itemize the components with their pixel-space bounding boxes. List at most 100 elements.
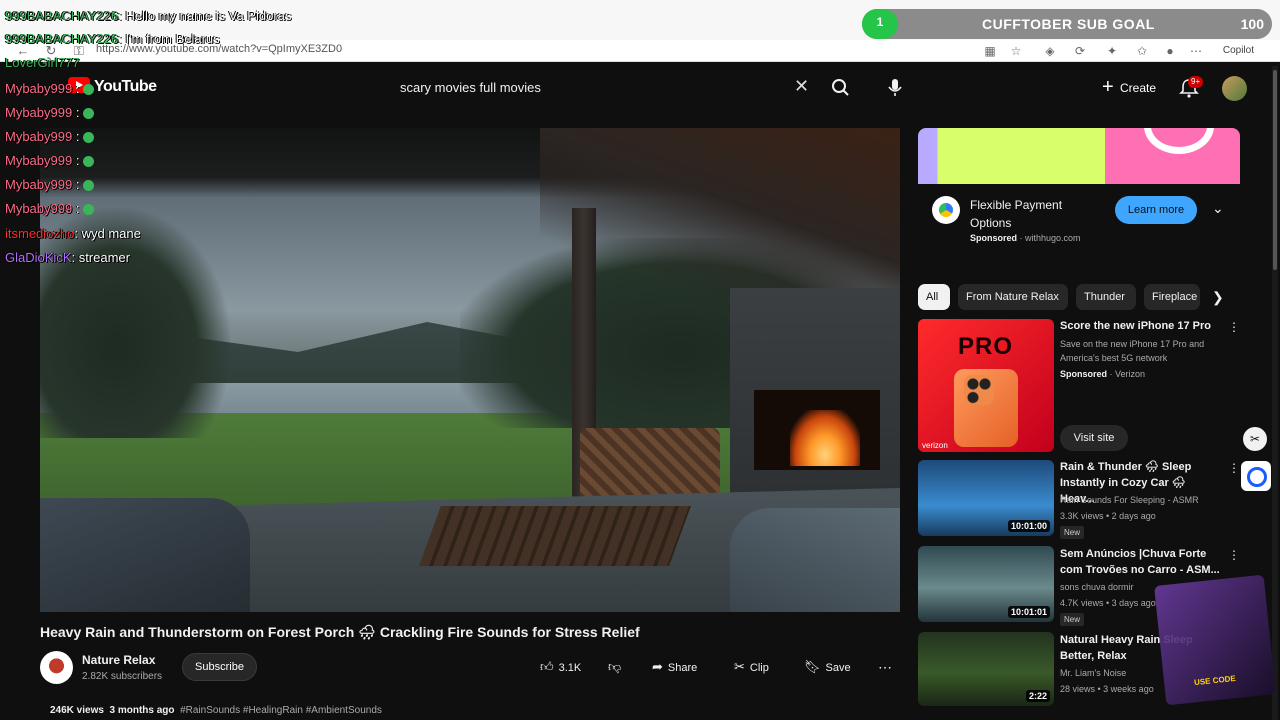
video-thumbnail[interactable]: 10:01:00	[918, 460, 1054, 536]
chip-from-nature-relax[interactable]: From Nature Relax	[958, 284, 1068, 310]
view-count: 246K views	[50, 705, 104, 716]
ad-title[interactable]: Flexible Payment Options	[970, 196, 1100, 232]
chip-thunder[interactable]: Thunder	[1076, 284, 1136, 310]
chevron-right-icon[interactable]: ❯	[1212, 289, 1224, 306]
recommended-meta: 3.3K views • 2 days ago	[1060, 511, 1156, 521]
dislike-button[interactable]: 👎︎	[600, 653, 632, 681]
share-icon: ➦	[652, 659, 663, 674]
scissors-icon: ✂	[734, 659, 745, 674]
ad-description: Save on the new iPhone 17 Pro and Americ…	[1060, 339, 1205, 363]
sync-icon[interactable]: ⟳	[1072, 43, 1088, 59]
notification-count-badge: 9+	[1188, 76, 1204, 88]
url-field[interactable]: https://www.youtube.com/watch?v=QpImyXE3…	[96, 43, 342, 55]
sub-goal-current: 1	[876, 15, 884, 29]
filter-chips: All From Nature Relax Thunder Fireplace	[918, 284, 1240, 310]
refresh-icon[interactable]: ↻	[42, 42, 60, 60]
save-label: Save	[825, 662, 851, 674]
channel-name[interactable]: Nature Relax	[82, 653, 155, 667]
search-icon	[832, 79, 849, 96]
subscriber-count: 2.82K subscribers	[82, 671, 163, 682]
clip-button[interactable]: ✂ Clip	[726, 653, 784, 681]
sub-goal-target: 100	[1240, 16, 1264, 32]
video-thumbnail[interactable]: 2:22	[918, 632, 1054, 706]
extension-icon[interactable]: ◈	[1042, 43, 1058, 59]
assistant-icon[interactable]	[1241, 461, 1271, 491]
browser-address-bar: ← ↻ ⚿ https://www.youtube.com/watch?v=Qp…	[0, 40, 1280, 62]
stream-promo-overlay	[1154, 574, 1276, 706]
sub-goal-title: CUFFTOBER SUB GOAL	[982, 16, 1155, 32]
chip-all[interactable]: All	[918, 284, 950, 310]
voice-search-button[interactable]	[884, 76, 906, 100]
video-duration: 10:01:01	[1007, 606, 1050, 618]
scrollbar-thumb[interactable]	[1273, 70, 1277, 270]
create-button[interactable]: + Create	[1094, 74, 1162, 102]
clip-tool-icon[interactable]: ✂	[1243, 427, 1267, 451]
ad-video-title[interactable]: Score the new iPhone 17 Pro	[1060, 318, 1220, 334]
clip-label: Clip	[749, 662, 769, 674]
video-scene-table	[419, 506, 691, 566]
reader-icon[interactable]: ▦	[982, 43, 998, 59]
new-badge: New	[1060, 613, 1085, 626]
video-description-summary[interactable]: 246K views 3 months ago #RainSounds #Hea…	[50, 705, 382, 716]
thumbs-down-icon: 👎︎	[608, 659, 622, 674]
more-options-icon[interactable]: ⋮	[1228, 461, 1240, 475]
share-button[interactable]: ➦ Share	[644, 653, 716, 681]
sponsored-label: Sponsored	[970, 233, 1018, 243]
recommended-channel[interactable]: Rain Sounds For Sleeping - ASMR	[1060, 493, 1220, 507]
learn-more-button[interactable]: Learn more	[1115, 196, 1197, 224]
plus-icon: +	[1102, 76, 1114, 98]
account-avatar[interactable]	[1222, 76, 1247, 101]
profile-icon[interactable]: ●	[1162, 43, 1178, 59]
chip-fireplace[interactable]: Fireplace	[1144, 284, 1200, 310]
clear-search-icon[interactable]: ✕	[794, 76, 809, 97]
search-button[interactable]	[826, 74, 856, 102]
sub-goal-bar: 1 CUFFTOBER SUB GOAL 100	[862, 9, 1272, 39]
video-scene-trees	[40, 208, 230, 438]
more-options-icon[interactable]: ⋮	[1228, 548, 1240, 562]
ad-domain: withhugo.com	[1025, 233, 1081, 243]
ad-sponsor-line: Sponsored · withhugo.com	[970, 233, 1081, 243]
camera-image	[964, 375, 994, 405]
ad-sponsor-line: Sponsored · Verizon	[1060, 369, 1146, 379]
video-duration: 10:01:00	[1007, 520, 1050, 532]
subscribe-button[interactable]: Subscribe	[182, 653, 257, 681]
recommended-video-title[interactable]: Sem Anúncios |Chuva Forte com Trovões no…	[1060, 546, 1220, 578]
visit-site-button[interactable]: Visit site	[1060, 425, 1128, 451]
share-label: Share	[667, 662, 698, 674]
lock-icon: ⚿	[74, 43, 84, 58]
video-tags[interactable]: #RainSounds #HealingRain #AmbientSounds	[180, 705, 382, 716]
ad-thumbnail[interactable]: PRO verizon	[918, 319, 1054, 452]
favorite-star-icon[interactable]: ☆	[1008, 43, 1024, 59]
thumbs-up-icon: 👍︎	[540, 659, 554, 674]
ad-card[interactable]: Flexible Payment Options Sponsored · wit…	[918, 184, 1240, 258]
ad-thumbnail-brand: verizon	[922, 441, 948, 450]
favorites-icon[interactable]: ✩	[1134, 43, 1150, 59]
save-button[interactable]: 🔖︎ Save	[796, 653, 860, 681]
youtube-logo-text[interactable]: YouTube	[94, 78, 157, 96]
search-input[interactable]: scary movies full movies ✕	[386, 74, 820, 102]
upload-age: 3 months ago	[109, 705, 175, 716]
video-thumbnail[interactable]: 10:01:01	[918, 546, 1054, 622]
advertiser-name: Verizon	[1115, 369, 1146, 379]
like-button[interactable]: 👍︎ 3.1K	[532, 653, 592, 681]
youtube-logo-icon[interactable]	[68, 77, 90, 93]
video-scene-couch	[40, 498, 250, 612]
microphone-icon	[888, 79, 902, 96]
back-icon[interactable]: ←	[14, 42, 32, 60]
ad-banner-image[interactable]	[918, 128, 1240, 184]
more-options-icon[interactable]: ⋮	[1228, 320, 1240, 334]
like-count: 3.1K	[558, 662, 582, 674]
more-browser-icon[interactable]: ⋯	[1188, 43, 1204, 59]
copilot-button[interactable]: Copilot	[1223, 45, 1254, 56]
bookmark-icon: 🔖︎	[804, 659, 821, 674]
more-actions-icon[interactable]: ⋯	[872, 653, 898, 681]
ad-banner-graphic	[1144, 128, 1214, 154]
channel-avatar[interactable]	[40, 651, 73, 684]
video-scene-fire	[790, 410, 860, 466]
puzzle-icon[interactable]: ✦	[1104, 43, 1120, 59]
video-title: Heavy Rain and Thunderstorm on Forest Po…	[40, 624, 640, 640]
video-player[interactable]	[40, 128, 900, 612]
chevron-down-icon[interactable]: ⌄	[1212, 200, 1224, 217]
create-label: Create	[1120, 81, 1157, 95]
search-query[interactable]: scary movies full movies	[400, 80, 541, 95]
